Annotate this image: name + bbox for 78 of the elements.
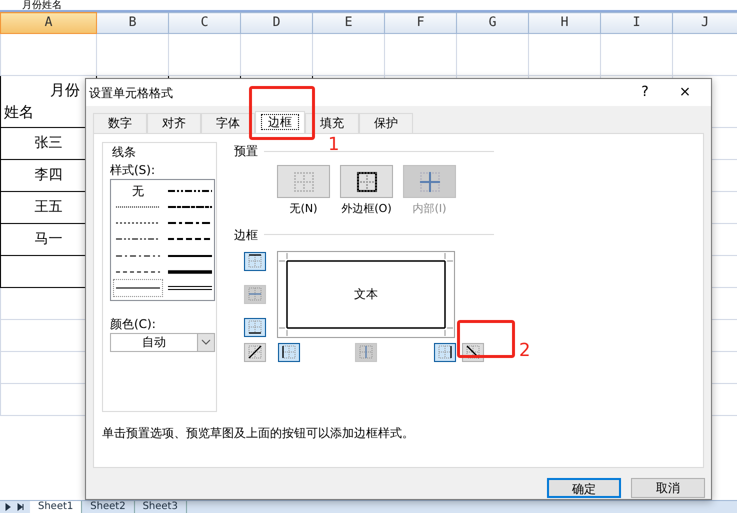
hint-text: 单击预置选项、预览草图及上面的按钮可以添加边框样式。 xyxy=(102,425,415,442)
border-toggle-button[interactable] xyxy=(434,342,456,362)
color-label: 颜色(C): xyxy=(110,316,157,330)
border-toggle-button[interactable] xyxy=(278,342,300,362)
border-toggle-button[interactable] xyxy=(244,318,266,336)
annotation-number: 1 xyxy=(328,136,340,154)
line-sample-icon xyxy=(168,285,212,292)
tab[interactable]: 字体 xyxy=(201,113,255,133)
border-toggle-button[interactable] xyxy=(244,342,266,362)
line-sample-icon xyxy=(116,252,160,259)
border-line-icon xyxy=(358,344,374,360)
close-button[interactable]: × xyxy=(665,82,705,103)
line-sample-icon xyxy=(168,188,212,194)
column-header[interactable]: F xyxy=(384,12,456,33)
ok-button[interactable]: 确定 xyxy=(547,478,621,498)
sheet-tab[interactable]: Sheet1 xyxy=(30,501,82,513)
section-label: 边框 xyxy=(234,226,258,244)
border-line-icon xyxy=(437,344,453,360)
preset-label: 外边框(O) xyxy=(340,201,393,217)
highlight-frame xyxy=(249,86,315,140)
column-header[interactable]: G xyxy=(456,12,528,33)
cell-text: 李四 xyxy=(34,166,62,182)
border-toggle-button[interactable] xyxy=(244,252,266,270)
tab[interactable]: 保护 xyxy=(359,113,413,133)
style-label: 样式(S): xyxy=(110,162,156,176)
line-sample-icon xyxy=(168,204,212,210)
cell-text: 马一 xyxy=(34,230,62,246)
cancel-button[interactable]: 取消 xyxy=(631,478,705,498)
formula-text: 月份姓名 xyxy=(22,0,62,12)
section-label: 预置 xyxy=(234,143,258,160)
line-sample-icon xyxy=(116,220,160,226)
diagonal-line-icon xyxy=(247,344,263,360)
preset-label: 内部(I) xyxy=(412,201,448,217)
highlight-frame xyxy=(457,320,515,358)
border-line-icon xyxy=(247,319,263,335)
column-header[interactable]: H xyxy=(528,12,600,33)
line-sample-icon xyxy=(168,268,212,275)
outline-border-icon xyxy=(354,170,378,194)
sheet-tab[interactable]: Sheet2 xyxy=(82,501,135,513)
border-preview[interactable]: 文本 xyxy=(277,250,455,338)
column-header[interactable]: E xyxy=(312,12,384,33)
line-style-option[interactable] xyxy=(114,280,162,296)
line-sample-icon xyxy=(168,252,212,259)
preset-label: 无(N) xyxy=(288,201,318,217)
line-sample-icon xyxy=(168,220,212,226)
tab[interactable]: 填充 xyxy=(305,113,359,133)
cell-text: 月份 xyxy=(49,80,81,100)
border-line-icon xyxy=(281,344,297,360)
preset-button[interactable] xyxy=(340,165,393,198)
tab[interactable]: 边框 xyxy=(255,111,305,133)
dialog-title: 设置单元格格式 xyxy=(89,84,173,102)
column-header[interactable]: J xyxy=(672,12,737,33)
grid-icon xyxy=(292,170,316,194)
border-line-icon xyxy=(247,286,263,302)
tab[interactable]: 对齐 xyxy=(147,113,201,133)
column-header[interactable]: D xyxy=(240,12,312,33)
cell-text: 姓名 xyxy=(4,102,35,123)
preview-text: 文本 xyxy=(354,286,378,303)
annotation-number: 2 xyxy=(519,342,530,360)
line-sample-icon xyxy=(168,236,212,242)
column-header[interactable]: C xyxy=(168,12,240,33)
inside-border-icon xyxy=(418,170,442,194)
border-line-icon xyxy=(247,253,263,269)
sheet-tab[interactable]: Sheet3 xyxy=(134,501,187,513)
color-dropdown[interactable]: 自动 xyxy=(110,332,215,352)
line-style-option[interactable]: 无 xyxy=(114,182,162,198)
line-sample-icon xyxy=(116,268,160,275)
cell-text: 王五 xyxy=(34,198,62,214)
line-sample-icon xyxy=(116,204,160,210)
line-sample-icon xyxy=(116,236,160,242)
cell-text: 张三 xyxy=(34,134,62,150)
column-header[interactable]: A xyxy=(0,12,96,33)
line-sample-icon xyxy=(116,285,160,292)
column-header[interactable]: I xyxy=(600,12,672,33)
tab[interactable]: 数字 xyxy=(93,113,147,133)
column-header[interactable]: B xyxy=(96,12,168,33)
chevron-down-icon xyxy=(201,339,211,345)
diagonal-line-icon xyxy=(465,344,481,360)
